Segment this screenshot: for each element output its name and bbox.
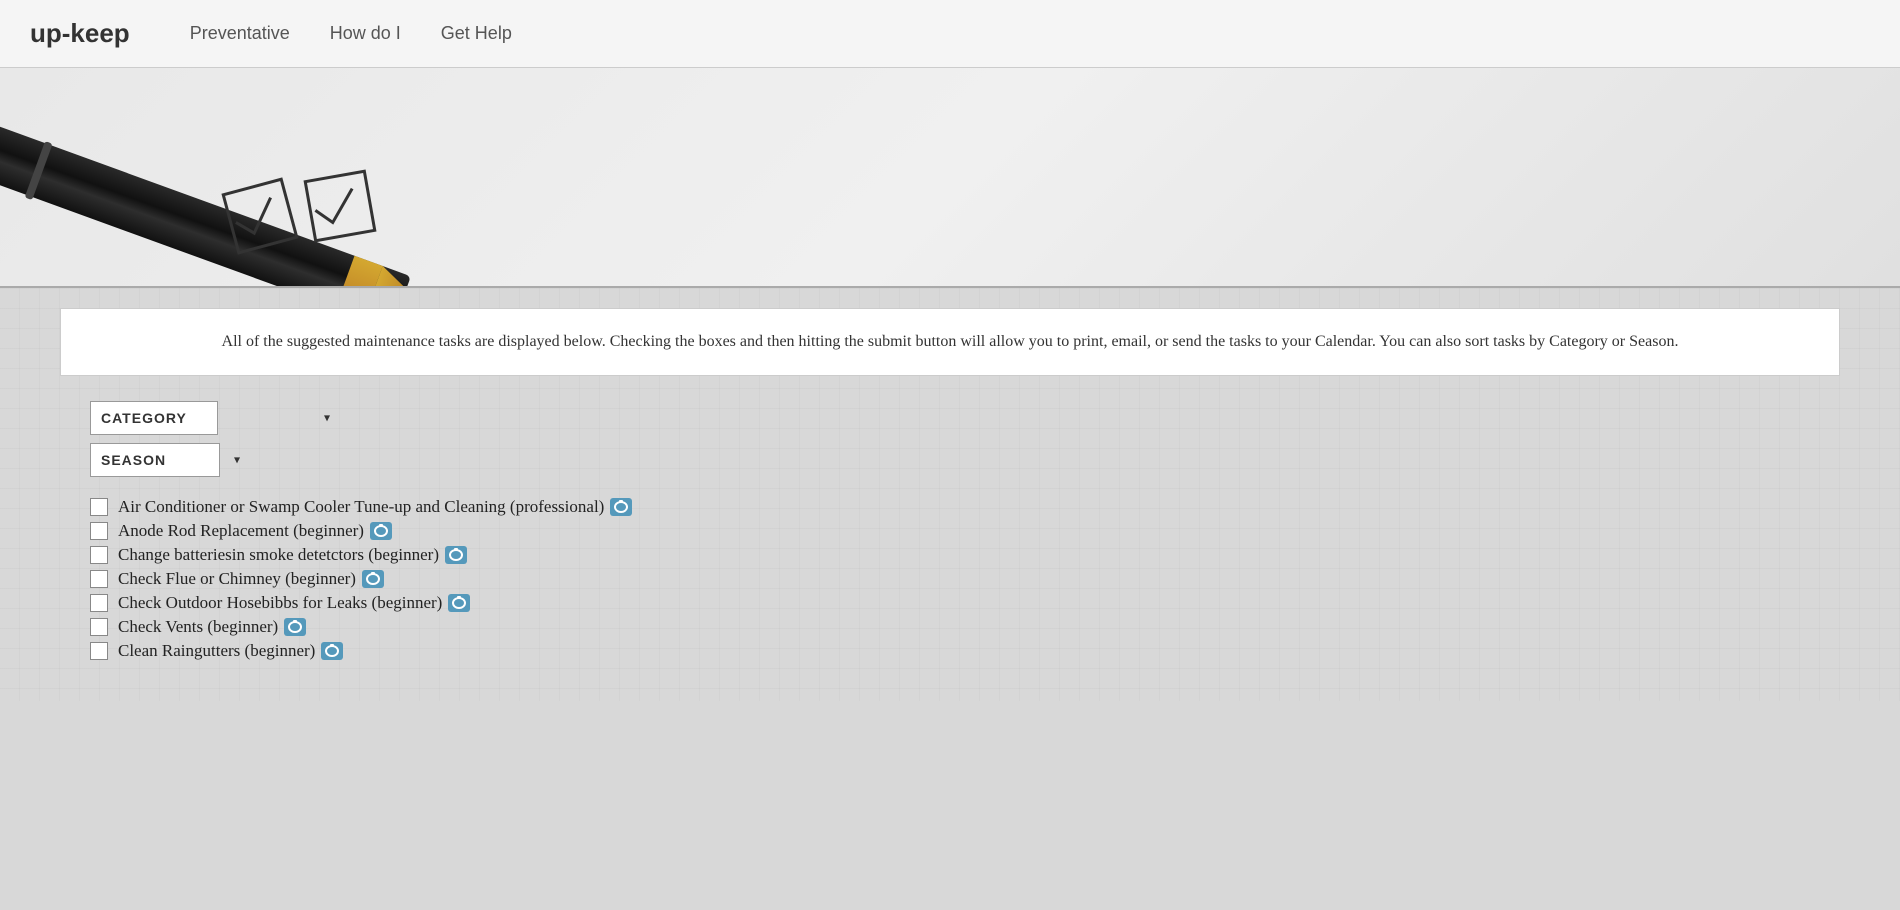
task-checkbox[interactable] [90,522,108,540]
camera-icon[interactable] [448,594,470,612]
task-checkbox[interactable] [90,618,108,636]
camera-icon[interactable] [284,618,306,636]
category-filter-wrapper: CATEGORY Plumbing HVAC Electrical Exteri… [90,401,340,435]
hero-image [0,68,1900,288]
info-box: All of the suggested maintenance tasks a… [60,308,1840,376]
camera-icon[interactable] [321,642,343,660]
camera-icon[interactable] [445,546,467,564]
camera-icon[interactable] [610,498,632,516]
navbar: up-keep Preventative How do I Get Help [0,0,1900,68]
info-text: All of the suggested maintenance tasks a… [101,329,1799,355]
filter-area: CATEGORY Plumbing HVAC Electrical Exteri… [90,401,1840,477]
category-select-arrow: ▾ [324,410,330,425]
task-checkbox[interactable] [90,546,108,564]
task-checkbox[interactable] [90,570,108,588]
camera-icon[interactable] [362,570,384,588]
task-label[interactable]: Change batteriesin smoke detetctors (beg… [118,545,467,565]
nav-link-how-do-i[interactable]: How do I [330,23,401,44]
nav-link-preventative[interactable]: Preventative [190,23,290,44]
task-list: Air Conditioner or Swamp Cooler Tune-up … [90,497,1840,661]
nav-link-get-help[interactable]: Get Help [441,23,512,44]
nav-links: Preventative How do I Get Help [190,23,512,44]
season-select[interactable]: SEASON Spring Summer Fall Winter Year Ro… [90,443,220,477]
task-item: Air Conditioner or Swamp Cooler Tune-up … [90,497,1840,517]
task-label[interactable]: Anode Rod Replacement (beginner) [118,521,392,541]
task-label[interactable]: Check Outdoor Hosebibbs for Leaks (begin… [118,593,470,613]
task-label[interactable]: Clean Raingutters (beginner) [118,641,343,661]
category-select[interactable]: CATEGORY Plumbing HVAC Electrical Exteri… [90,401,218,435]
task-label[interactable]: Air Conditioner or Swamp Cooler Tune-up … [118,497,632,517]
season-select-arrow: ▾ [234,452,240,467]
task-item: Change batteriesin smoke detetctors (beg… [90,545,1840,565]
task-item: Check Outdoor Hosebibbs for Leaks (begin… [90,593,1840,613]
main-content: All of the suggested maintenance tasks a… [0,288,1900,701]
task-item: Clean Raingutters (beginner) [90,641,1840,661]
camera-icon[interactable] [370,522,392,540]
site-logo[interactable]: up-keep [30,18,130,49]
check-drawings [150,156,550,276]
task-checkbox[interactable] [90,498,108,516]
task-item: Check Vents (beginner) [90,617,1840,637]
season-filter-wrapper: SEASON Spring Summer Fall Winter Year Ro… [90,443,250,477]
task-checkbox[interactable] [90,642,108,660]
task-item: Check Flue or Chimney (beginner) [90,569,1840,589]
task-item: Anode Rod Replacement (beginner) [90,521,1840,541]
task-label[interactable]: Check Vents (beginner) [118,617,306,637]
task-checkbox[interactable] [90,594,108,612]
task-label[interactable]: Check Flue or Chimney (beginner) [118,569,384,589]
